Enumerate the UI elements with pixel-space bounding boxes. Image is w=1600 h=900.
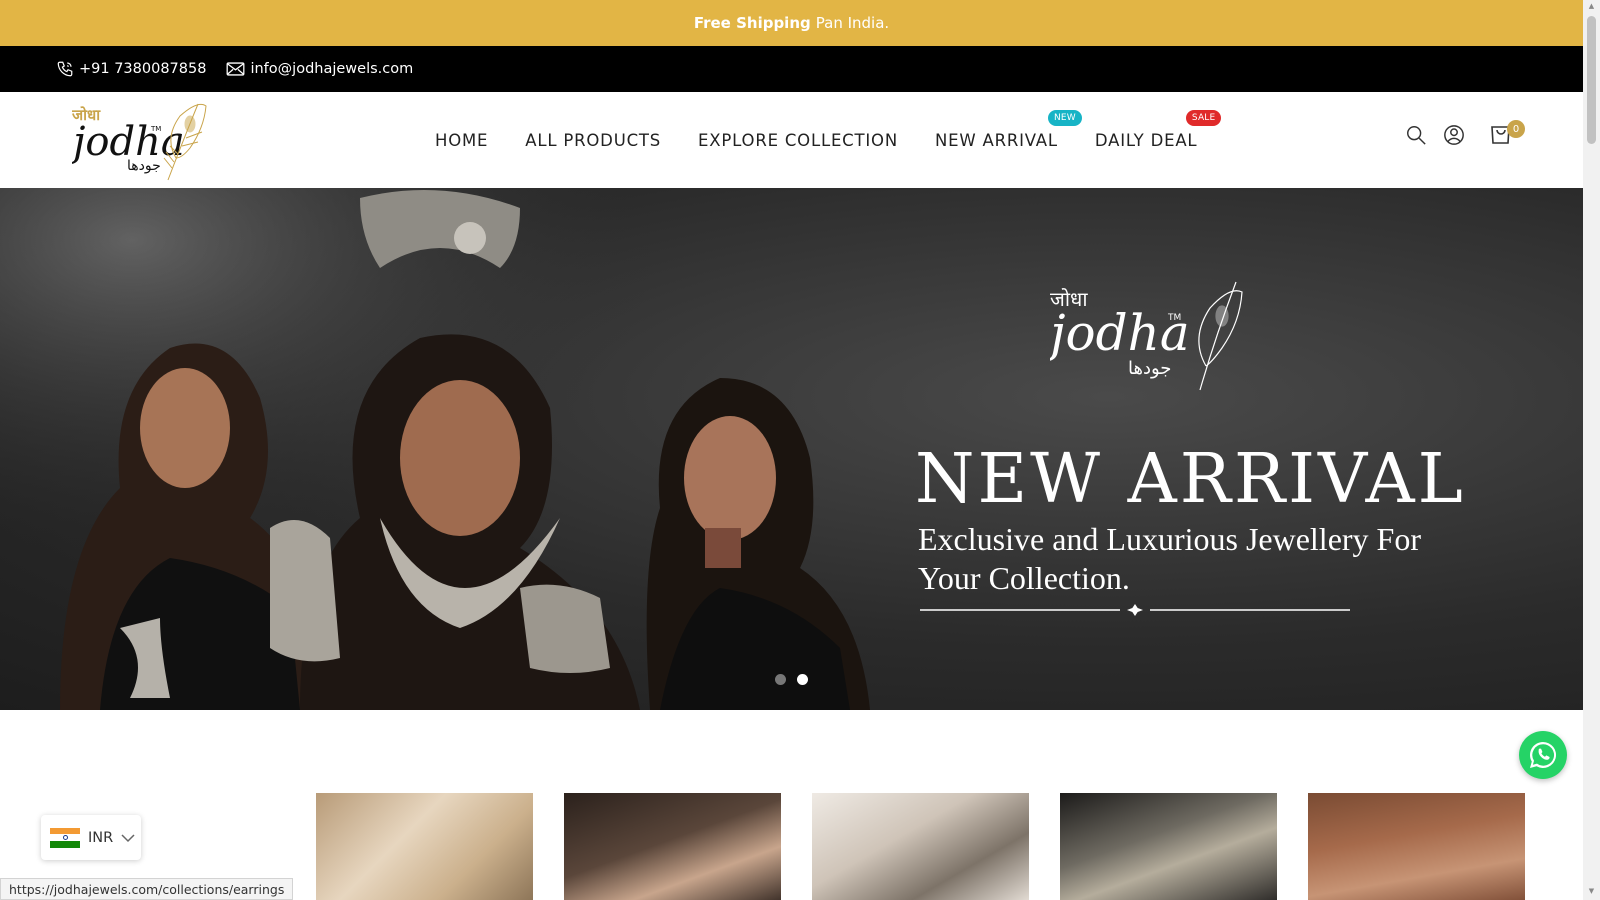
product-thumb-1[interactable]: [316, 793, 533, 900]
announcement-text: Pan India.: [815, 14, 890, 32]
search-icon: [1407, 126, 1426, 145]
logo-mark: जोधा jodha TM جودھا: [65, 103, 207, 181]
nav-all-products[interactable]: ALL PRODUCTS: [525, 131, 661, 150]
slider-dot-1[interactable]: [775, 674, 786, 685]
phone-link[interactable]: +91 7380087858: [56, 60, 206, 78]
product-thumb-4[interactable]: [1060, 793, 1277, 900]
india-flag-icon: [50, 827, 80, 848]
status-url: https://jodhajewels.com/collections/earr…: [0, 878, 294, 900]
contact-bar: +91 7380087858 info@jodhajewels.com: [0, 46, 1583, 92]
hero-divider: [920, 604, 1350, 616]
page-scrollbar[interactable]: ▲ ▼: [1583, 0, 1600, 900]
product-strip: [316, 793, 1556, 900]
whatsapp-button[interactable]: [1519, 731, 1567, 779]
sale-badge: SALE: [1185, 109, 1222, 126]
mail-icon: [227, 62, 245, 76]
hero-title: NEW ARRIVAL: [915, 440, 1466, 519]
currency-selector[interactable]: INR: [41, 815, 141, 860]
chevron-down-icon: [121, 833, 135, 842]
nav-home[interactable]: HOME: [435, 131, 488, 150]
nav-daily-deal[interactable]: DAILY DEAL SALE: [1094, 109, 1222, 150]
logo-tm: TM: [150, 125, 161, 133]
announcement-bold: Free Shipping: [693, 14, 811, 32]
phone-number: +91 7380087858: [79, 61, 207, 77]
nav-daily-deal-label: DAILY DEAL: [1094, 130, 1198, 150]
header-icons: 0: [1389, 120, 1525, 150]
slider-dot-2[interactable]: [797, 674, 808, 685]
currency-code: INR: [88, 829, 114, 846]
site-logo[interactable]: जोधा jodha TM جودھا: [65, 98, 212, 182]
account-icon: [1444, 125, 1464, 145]
scroll-up-icon[interactable]: ▲: [1587, 2, 1596, 12]
scroll-down-icon[interactable]: ▼: [1587, 887, 1596, 897]
nav-new-arrival-label: NEW ARRIVAL: [934, 130, 1058, 150]
site-header: जोधा jodha TM جودھا HOME ALL PRODUCTS EX…: [0, 92, 1583, 188]
cart-count: 0: [1507, 120, 1525, 138]
search-button[interactable]: [1405, 124, 1427, 150]
email-address: info@jodhajewels.com: [250, 61, 414, 77]
scroll-thumb[interactable]: [1587, 16, 1596, 144]
whatsapp-icon: [1530, 742, 1557, 768]
product-thumb-2[interactable]: [564, 793, 781, 900]
hero-logo: जोधा jodha TM جودھا: [1050, 281, 1243, 391]
account-button[interactable]: [1443, 124, 1465, 150]
cart-button[interactable]: 0: [1489, 120, 1525, 150]
nav-explore-collection[interactable]: EXPLORE COLLECTION: [698, 131, 898, 150]
main-nav: HOME ALL PRODUCTS EXPLORE COLLECTION NEW…: [435, 92, 1234, 188]
phone-icon: [57, 61, 73, 77]
hero-logo-tm: TM: [1167, 313, 1181, 323]
hero-logo-urdu: جودھا: [1128, 358, 1171, 379]
email-link[interactable]: info@jodhajewels.com: [226, 61, 413, 77]
hero-feather-icon: [1198, 281, 1243, 391]
hero-subtitle: Exclusive and Luxurious Jewellery For Yo…: [918, 521, 1421, 596]
hero-banner[interactable]: जोधा jodha TM جودھا NEW ARRIVAL Exclusiv…: [0, 188, 1583, 710]
nav-new-arrival[interactable]: NEW ARRIVAL NEW: [934, 109, 1082, 150]
slider-dots: [775, 674, 819, 685]
hero-models-image: [0, 188, 880, 710]
new-badge: NEW: [1047, 109, 1082, 126]
logo-urdu: جودھا: [127, 158, 161, 174]
announcement-bar: Free Shipping Pan India.: [0, 0, 1583, 46]
product-thumb-5[interactable]: [1308, 793, 1525, 900]
product-thumb-3[interactable]: [812, 793, 1029, 900]
